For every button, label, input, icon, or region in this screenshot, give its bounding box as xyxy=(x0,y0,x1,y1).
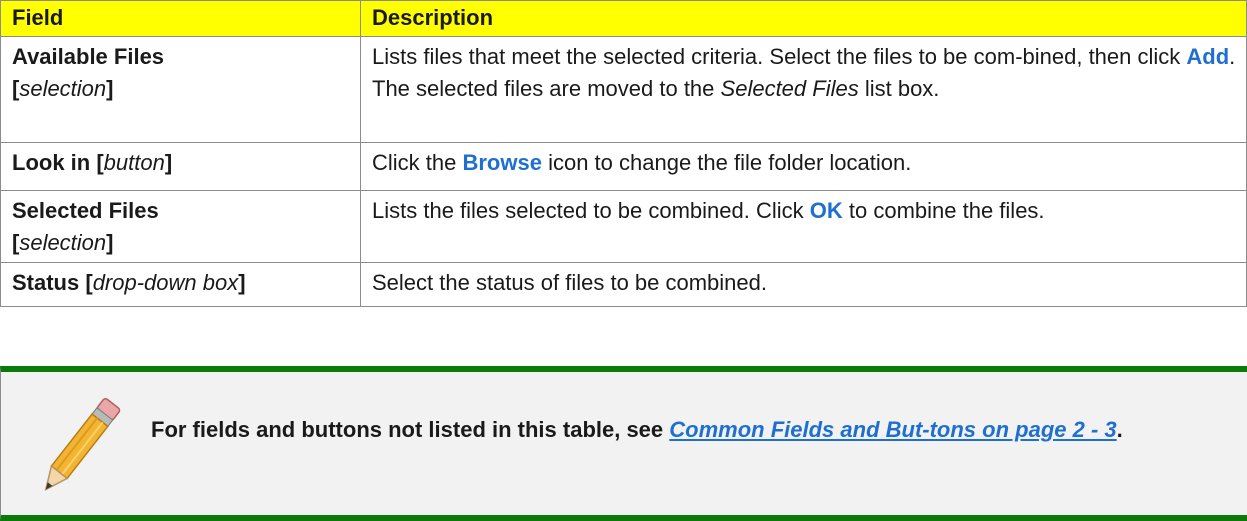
table-header-row: Field Description xyxy=(0,0,1247,37)
note-suffix: . xyxy=(1116,417,1123,442)
table-row: Status [drop-down box] Select the status… xyxy=(0,262,1247,307)
note-box: For fields and buttons not listed in thi… xyxy=(0,366,1247,521)
field-description-cell: Select the status of files to be combine… xyxy=(360,262,1247,307)
ok-keyword: OK xyxy=(809,198,843,223)
bracket-close: ] xyxy=(106,230,114,255)
table-row: Selected Files [selection] Lists the fil… xyxy=(0,190,1247,263)
desc-text: Lists the files selected to be combined.… xyxy=(372,198,810,223)
selected-files-term: Selected Files xyxy=(720,76,859,101)
add-keyword: Add xyxy=(1186,44,1230,69)
field-type: button xyxy=(103,150,165,175)
header-description: Description xyxy=(360,0,1247,37)
note-prefix: For fields and buttons not listed in thi… xyxy=(151,417,670,442)
bracket-close: ] xyxy=(106,76,114,101)
field-name-cell: Look in [button] xyxy=(0,142,361,191)
field-table-container: Field Description Available Files [selec… xyxy=(0,0,1247,307)
field-name: Look in [ xyxy=(12,150,104,175)
desc-text: Click the xyxy=(372,150,463,175)
field-name: Status [ xyxy=(12,270,93,295)
table-row: Look in [button] Click the Browse icon t… xyxy=(0,142,1247,191)
pencil-icon xyxy=(44,397,121,491)
bracket-close: ] xyxy=(164,150,173,175)
desc-text: list box. xyxy=(858,76,940,101)
field-description-cell: Click the Browse icon to change the file… xyxy=(360,142,1247,191)
field-name-cell: Selected Files [selection] xyxy=(0,190,361,263)
table-row: Available Files [selection] Lists files … xyxy=(0,36,1247,143)
desc-text: icon to change the file folder location. xyxy=(541,150,912,175)
header-field: Field xyxy=(0,0,361,37)
field-description-cell: Lists files that meet the selected crite… xyxy=(360,36,1247,143)
desc-text: Lists files that meet the selected crite… xyxy=(372,44,1187,69)
field-description-table: Field Description Available Files [selec… xyxy=(0,0,1247,307)
field-name: Selected Files xyxy=(12,198,159,223)
field-type: drop-down box xyxy=(92,270,239,295)
field-name-cell: Available Files [selection] xyxy=(0,36,361,143)
field-name: Available Files xyxy=(12,44,165,69)
desc-text: Select the status of files to be combine… xyxy=(372,270,768,295)
field-type: selection xyxy=(19,76,107,101)
note-text: For fields and buttons not listed in thi… xyxy=(151,411,1221,449)
field-type: selection xyxy=(19,230,107,255)
common-fields-link[interactable]: Common Fields and But-tons on page 2 - 3 xyxy=(669,417,1116,442)
field-description-cell: Lists the files selected to be combined.… xyxy=(360,190,1247,263)
browse-keyword: Browse xyxy=(462,150,542,175)
bracket-close: ] xyxy=(238,270,246,295)
desc-text: to combine the files. xyxy=(842,198,1045,223)
field-name-cell: Status [drop-down box] xyxy=(0,262,361,307)
